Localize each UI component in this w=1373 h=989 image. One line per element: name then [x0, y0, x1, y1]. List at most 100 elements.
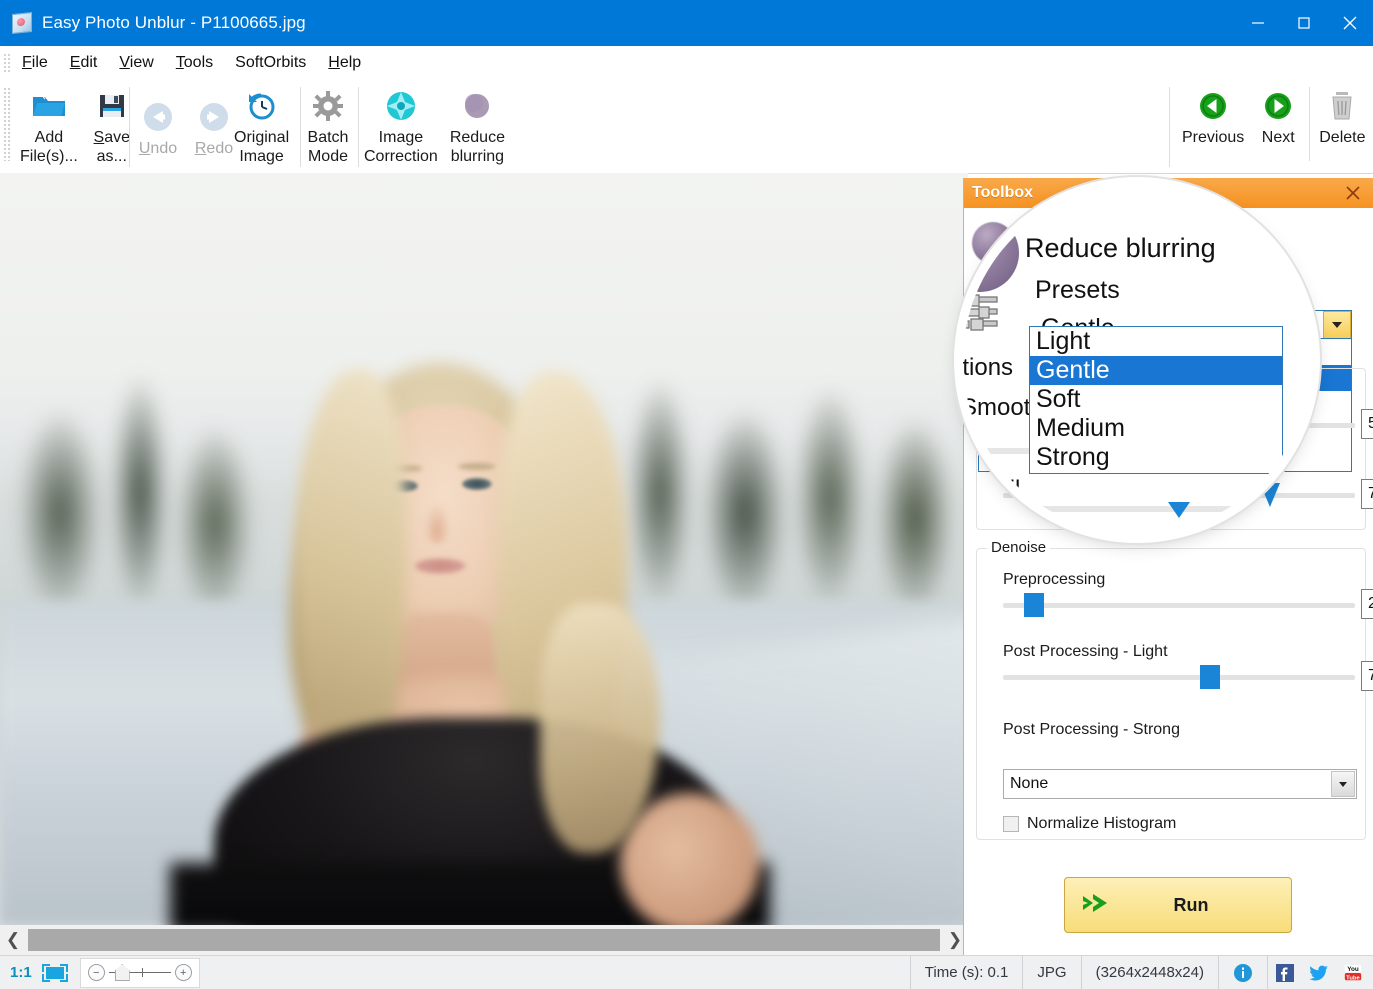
floppy-disk-icon [97, 86, 127, 126]
post-processing-strong-value: None [1004, 775, 1048, 793]
magnified-option-light: Light [1030, 327, 1282, 356]
subject-eyebrow-right [458, 463, 496, 470]
fit-to-window-icon[interactable] [42, 964, 68, 982]
ribbon-grip-handle[interactable] [3, 87, 11, 161]
preprocessing-slider-row: Preprocessing 20 [1003, 571, 1355, 615]
zoom-slider-track[interactable] [109, 972, 171, 973]
magnified-detail-label: Detail [963, 476, 1020, 504]
facebook-icon[interactable] [1267, 956, 1302, 989]
toolbar-group-batch: Batch Mode [300, 83, 356, 169]
purple-blob-icon [963, 214, 1019, 292]
next-button[interactable]: Next [1250, 83, 1306, 147]
menu-grip-handle[interactable] [3, 53, 11, 73]
undo-button[interactable]: Undo [130, 83, 186, 158]
window-controls [1235, 0, 1373, 46]
menu-bar: FFileile Edit View Tools SoftOrbits Help [0, 46, 1373, 80]
post-processing-strong-row: Post Processing - Strong [1003, 721, 1355, 745]
scrollbar-thumb[interactable] [28, 929, 940, 951]
original-image-button[interactable]: Original Image [228, 83, 295, 166]
next-label: Next [1262, 128, 1295, 147]
close-button[interactable] [1327, 0, 1373, 46]
chevron-down-icon[interactable] [1331, 771, 1355, 797]
green-left-arrow-icon [1197, 86, 1229, 126]
subject-mouth [414, 558, 466, 574]
zoom-slider[interactable]: − + [80, 958, 200, 988]
normalize-histogram-label: Normalize Histogram [1027, 815, 1176, 833]
delete-button[interactable]: Delete [1313, 83, 1371, 147]
photo-preview [0, 173, 968, 925]
batch-mode-button[interactable]: Batch Mode [300, 83, 356, 166]
magnified-tool-name: Reduce blurring [1025, 233, 1216, 264]
preprocessing-slider[interactable]: 20 [1003, 595, 1355, 615]
detail-value[interactable]: 75 [1361, 479, 1373, 509]
preprocessing-value[interactable]: 20 [1361, 589, 1373, 619]
zoom-ratio-label[interactable]: 1:1 [10, 964, 32, 981]
canvas-horizontal-scrollbar[interactable]: ❮ ❯ [0, 925, 968, 955]
scroll-left-arrow-icon[interactable]: ❮ [0, 925, 26, 955]
green-double-arrow-icon [1079, 888, 1117, 923]
post-processing-light-slider-row: Post Processing - Light 70 [1003, 643, 1355, 687]
status-time: Time (s): 0.1 [910, 956, 1023, 989]
post-processing-light-track[interactable] [1003, 675, 1355, 680]
youtube-icon[interactable]: You Tube [1336, 956, 1373, 989]
add-files-label: Add File(s)... [20, 128, 78, 166]
post-processing-light-thumb[interactable] [1200, 665, 1220, 689]
preprocessing-label: Preprocessing [1003, 571, 1355, 589]
twitter-icon[interactable] [1302, 956, 1336, 989]
batch-mode-label: Batch Mode [308, 128, 349, 166]
teal-gem-icon [384, 86, 418, 126]
redo-arrow-icon [198, 97, 230, 137]
previous-button[interactable]: Previous [1176, 83, 1250, 147]
menu-item-tools[interactable]: Tools [165, 51, 224, 75]
checkbox-box[interactable] [1003, 816, 1019, 832]
toolbar-group-navigation: Previous Next [1176, 83, 1372, 169]
clock-history-icon [246, 86, 278, 126]
menu-item-softorbits[interactable]: SoftOrbits [224, 51, 317, 75]
menu-item-view[interactable]: View [108, 51, 164, 75]
toolbox-close-icon[interactable] [1342, 182, 1364, 204]
svg-text:Tube: Tube [1346, 975, 1360, 981]
smoothness-value[interactable]: 50 [1361, 409, 1373, 439]
add-files-button[interactable]: Add File(s)... [14, 83, 84, 166]
toolbar-group-original: Original Image [228, 83, 295, 169]
toolbar-separator-4 [1169, 87, 1170, 167]
reduce-blurring-button[interactable]: Reduce blurring [444, 83, 511, 166]
maximize-button[interactable] [1281, 0, 1327, 46]
open-folder-icon [31, 86, 67, 126]
post-processing-light-slider[interactable]: 70 [1003, 667, 1355, 687]
menu-item-file[interactable]: FFileile [11, 51, 59, 75]
post-processing-strong-label: Post Processing - Strong [1003, 721, 1355, 739]
status-dimensions: (3264x2448x24) [1081, 956, 1218, 989]
preprocessing-thumb[interactable] [1024, 593, 1044, 617]
post-processing-strong-combobox[interactable]: None [1003, 769, 1357, 799]
preprocessing-track[interactable] [1003, 603, 1355, 608]
image-correction-label: Image Correction [364, 128, 438, 166]
denoise-legend-label: Denoise [987, 539, 1050, 556]
image-correction-button[interactable]: Image Correction [358, 83, 444, 166]
info-icon[interactable] [1218, 956, 1267, 989]
toolbar-group-file: Add File(s)... Saveas... [14, 83, 140, 169]
run-button-label: Run [1117, 895, 1291, 916]
image-canvas[interactable] [0, 173, 968, 925]
status-format: JPG [1022, 956, 1080, 989]
minimize-button[interactable] [1235, 0, 1281, 46]
chevron-down-icon[interactable] [1323, 311, 1351, 339]
zoom-slider-thumb[interactable] [115, 964, 130, 981]
sliders-icon [963, 290, 1001, 334]
magnified-options-label: ptions [963, 354, 1013, 382]
magnified-presets-label: Presets [1035, 276, 1120, 305]
status-bar: 1:1 − + Time (s): 0.1 JPG (3264x2448x24) [0, 955, 1373, 989]
original-image-label: Original Image [234, 128, 289, 166]
menu-item-help[interactable]: Help [317, 51, 372, 75]
zoom-out-button[interactable]: − [88, 964, 105, 981]
menu-item-edit[interactable]: Edit [59, 51, 109, 75]
run-button[interactable]: Run [1064, 877, 1292, 933]
reduce-blurring-label: Reduce blurring [450, 128, 505, 166]
toolbar-group-history: Undo Redo [130, 83, 242, 169]
zoom-slider-tick [142, 968, 143, 977]
post-processing-light-value[interactable]: 70 [1361, 661, 1373, 691]
title-bar: Easy Photo Unblur - P1100665.jpg [0, 0, 1373, 46]
zoom-in-button[interactable]: + [175, 964, 192, 981]
normalize-histogram-checkbox[interactable]: Normalize Histogram [1003, 815, 1176, 833]
undo-label: Undo [139, 139, 177, 158]
